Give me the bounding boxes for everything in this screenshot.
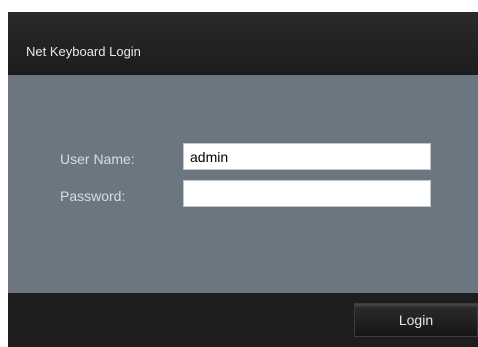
window-title: Net Keyboard Login bbox=[26, 44, 141, 59]
title-bar: Net Keyboard Login bbox=[8, 12, 478, 75]
password-label: Password: bbox=[60, 188, 126, 204]
password-input[interactable] bbox=[183, 180, 431, 207]
login-button[interactable]: Login bbox=[354, 303, 478, 337]
login-window: Net Keyboard Login User Name: Password: … bbox=[8, 12, 478, 347]
username-label: User Name: bbox=[60, 151, 135, 167]
username-input[interactable] bbox=[183, 143, 431, 170]
login-form-panel: User Name: Password: bbox=[8, 75, 478, 293]
footer-bar: Login bbox=[8, 293, 478, 347]
